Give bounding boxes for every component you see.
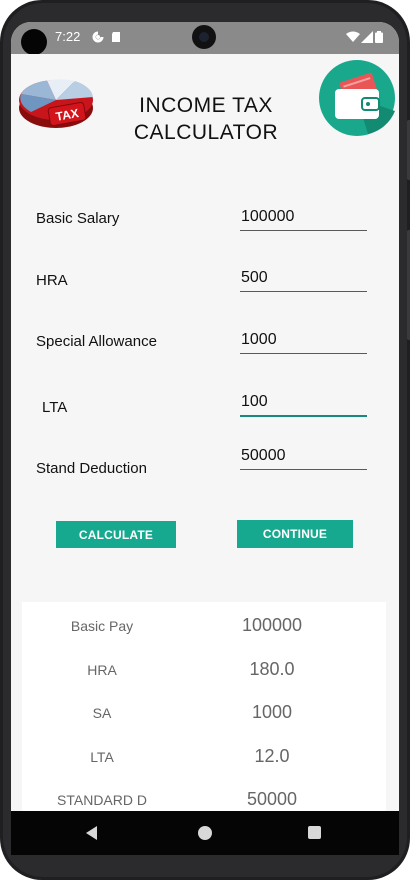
result-value-hra: 180.0 xyxy=(249,659,295,679)
wifi-icon xyxy=(346,31,360,42)
standard-deduction-label: Stand Deduction xyxy=(36,460,147,477)
result-label-sa: SA xyxy=(92,705,112,721)
special-allowance-label: Special Allowance xyxy=(36,333,157,350)
result-label-standard-deduction: STANDARD D xyxy=(57,792,147,808)
status-bar: 7:22 xyxy=(11,22,399,55)
hra-label: HRA xyxy=(36,272,68,289)
continue-button[interactable]: CONTINUE xyxy=(237,520,353,548)
sd-card-icon xyxy=(112,32,120,42)
results-panel: Basic Pay 100000 HRA 180.0 SA 1000 LTA 1… xyxy=(22,602,386,818)
front-camera-left xyxy=(21,29,47,55)
lta-input[interactable] xyxy=(240,393,367,417)
basic-salary-input[interactable] xyxy=(240,208,367,231)
result-value-lta: 12.0 xyxy=(254,746,290,766)
status-time: 7:22 xyxy=(55,29,81,44)
sync-icon xyxy=(92,31,104,43)
standard-deduction-input[interactable] xyxy=(240,447,367,470)
page-title: INCOME TAX CALCULATOR xyxy=(111,92,301,146)
page-title-line1: INCOME TAX xyxy=(139,94,273,117)
page-title-line2: CALCULATOR xyxy=(133,121,279,144)
recents-square-icon[interactable] xyxy=(308,826,321,839)
wallet-icon xyxy=(319,60,395,136)
navigation-bar xyxy=(11,811,399,855)
signal-icon xyxy=(361,31,373,43)
back-triangle-icon[interactable] xyxy=(86,826,97,840)
result-value-sa: 1000 xyxy=(251,702,293,722)
result-label-basic-pay: Basic Pay xyxy=(70,618,134,634)
app-content: TAX INCOME TAX CALCULATOR Basic Salary 1… xyxy=(11,54,399,855)
screen: 7:22 TAX INCOME TAX CALCULATOR Basic Sal… xyxy=(11,22,399,855)
battery-icon xyxy=(375,31,383,43)
front-camera-center xyxy=(192,25,216,49)
basic-salary-label: Basic Salary xyxy=(36,210,120,227)
result-label-hra: HRA xyxy=(87,662,117,678)
tax-pie-chart-icon: TAX xyxy=(19,79,93,128)
special-allowance-input[interactable] xyxy=(240,331,367,354)
calculate-button[interactable]: CALCULATE xyxy=(56,521,176,548)
home-circle-icon[interactable] xyxy=(198,826,212,840)
result-value-standard-deduction: 50000 xyxy=(246,789,298,809)
result-value-basic-pay: 100000 xyxy=(241,615,303,635)
lta-label: LTA xyxy=(42,399,68,416)
phone-frame: 7:22 TAX INCOME TAX CALCULATOR Basic Sal… xyxy=(0,0,410,880)
result-label-lta: LTA xyxy=(90,749,114,765)
hra-input[interactable] xyxy=(240,269,367,292)
